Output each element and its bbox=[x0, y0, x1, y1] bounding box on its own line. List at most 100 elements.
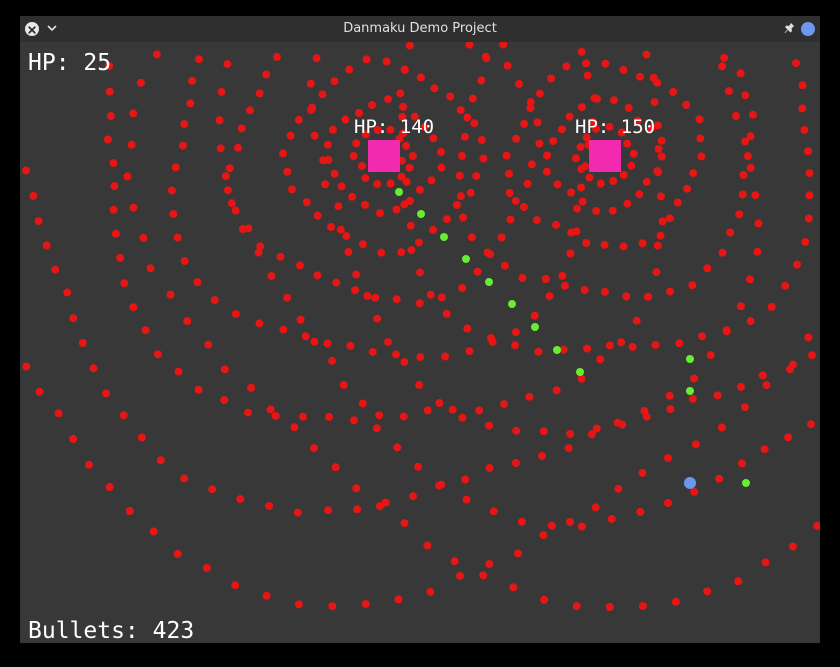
enemy-bullet bbox=[658, 217, 667, 226]
enemy-bullet bbox=[174, 367, 183, 376]
enemy-bullet bbox=[807, 420, 815, 429]
enemy-bullet bbox=[543, 151, 552, 160]
enemy-bullet bbox=[105, 483, 114, 491]
enemy-bullet bbox=[664, 499, 672, 507]
enemy-bullet bbox=[336, 225, 345, 234]
enemy-bullet bbox=[511, 459, 520, 467]
enemy-bullet bbox=[503, 61, 512, 70]
enemy-bullet bbox=[310, 444, 318, 453]
player-bullet bbox=[553, 346, 561, 354]
enemy-bullet bbox=[601, 59, 610, 68]
enemy-bullet bbox=[558, 271, 567, 280]
enemy-bullet bbox=[502, 151, 511, 160]
enemy-bullet bbox=[416, 268, 425, 277]
enemy-bullet bbox=[682, 100, 691, 109]
enemy-bullet bbox=[539, 531, 548, 540]
enemy-bullet bbox=[361, 600, 370, 609]
enemy-bullet bbox=[758, 371, 767, 380]
enemy-bullet bbox=[293, 508, 302, 517]
enemy-bullet bbox=[313, 271, 322, 280]
enemy-bullet bbox=[743, 152, 752, 161]
enemy-bullet bbox=[386, 179, 395, 188]
enemy-bullet bbox=[368, 348, 377, 356]
enemy-bullet bbox=[283, 167, 292, 176]
enemy-bullet bbox=[110, 182, 119, 191]
enemy-bullet bbox=[328, 125, 337, 134]
pin-icon[interactable] bbox=[782, 21, 796, 37]
enemy-bullet bbox=[697, 152, 706, 161]
enemy-bullet bbox=[337, 182, 346, 191]
enemy-bullet bbox=[294, 115, 303, 124]
enemy-bullet bbox=[193, 278, 202, 287]
enemy-bullet bbox=[339, 381, 348, 389]
enemy-bullet bbox=[171, 163, 180, 172]
enemy-bullet bbox=[288, 185, 296, 194]
enemy-bullet bbox=[173, 233, 182, 242]
enemy-bullet bbox=[400, 358, 409, 366]
enemy-bullet bbox=[477, 76, 486, 85]
enemy-bullet bbox=[690, 374, 699, 383]
enemy-bullet bbox=[582, 59, 591, 68]
enemy-bullet bbox=[565, 112, 574, 121]
bullet-counter: Bullets: 423 bbox=[28, 618, 195, 643]
enemy-bullet bbox=[483, 248, 492, 257]
enemy-bullet bbox=[717, 423, 726, 432]
enemy-bullet bbox=[42, 241, 51, 250]
enemy-bullet bbox=[330, 169, 339, 178]
enemy-bullet bbox=[629, 149, 638, 158]
enemy-bullet bbox=[183, 317, 192, 325]
enemy-bullet bbox=[186, 99, 195, 108]
enemy-bullet bbox=[262, 70, 271, 79]
window-menu-icon[interactable] bbox=[801, 22, 815, 36]
enemy-bullet bbox=[111, 229, 120, 238]
enemy-bullet bbox=[698, 332, 707, 341]
enemy-bullet bbox=[423, 406, 432, 415]
enemy-bullet bbox=[328, 602, 337, 611]
player-bullet bbox=[417, 210, 425, 218]
enemy-bullet bbox=[468, 94, 477, 103]
enemy-bullet bbox=[497, 233, 506, 242]
player-bullet bbox=[462, 255, 470, 263]
enemy-bullet bbox=[560, 281, 569, 290]
enemy-bullet bbox=[540, 595, 549, 604]
enemy-bullet bbox=[746, 317, 755, 326]
enemy-bullet bbox=[273, 52, 281, 61]
enemy-bullet bbox=[512, 426, 521, 435]
enemy-bullet bbox=[547, 521, 556, 530]
enemy-bullet bbox=[318, 90, 327, 99]
enemy-bullet bbox=[706, 351, 715, 360]
enemy-bullet bbox=[415, 185, 424, 194]
enemy-bullet bbox=[596, 355, 605, 364]
enemy-bullet bbox=[35, 387, 44, 396]
enemy-bullet bbox=[399, 102, 408, 111]
enemy-bullet bbox=[458, 413, 467, 422]
enemy-bullet bbox=[592, 94, 601, 103]
enemy-bullet bbox=[808, 351, 816, 360]
enemy-bullet bbox=[580, 286, 589, 294]
enemy-bullet bbox=[505, 189, 514, 197]
game-canvas[interactable]: HP: 25 Bullets: 423 HP: 140 HP: 150 bbox=[20, 42, 820, 643]
enemy-bullet bbox=[85, 460, 93, 469]
enemy-bullet bbox=[279, 149, 287, 158]
enemy-bullet bbox=[650, 98, 659, 107]
enemy-bullet bbox=[406, 221, 415, 230]
enemy-bullet bbox=[473, 267, 482, 276]
enemy-bullet bbox=[345, 65, 354, 74]
enemy-bullet bbox=[215, 116, 224, 125]
enemy-bullet bbox=[352, 484, 361, 493]
enemy-bullet bbox=[466, 188, 475, 197]
enemy-bullet bbox=[573, 204, 582, 213]
enemy-bullet bbox=[152, 50, 161, 59]
enemy-bullet bbox=[89, 364, 98, 373]
enemy-bullet bbox=[137, 433, 146, 442]
enemy-bullet bbox=[651, 340, 660, 349]
enemy-bullet bbox=[238, 225, 247, 233]
enemy-bullet bbox=[63, 288, 72, 297]
enemy-bullet bbox=[397, 248, 406, 257]
enemy-bullet bbox=[583, 71, 592, 80]
enemy-bullet bbox=[609, 177, 618, 185]
enemy-bullet bbox=[576, 143, 585, 151]
enemy-bullet bbox=[567, 228, 576, 237]
enemy-bullet bbox=[231, 581, 240, 590]
enemy-bullet bbox=[761, 558, 770, 567]
